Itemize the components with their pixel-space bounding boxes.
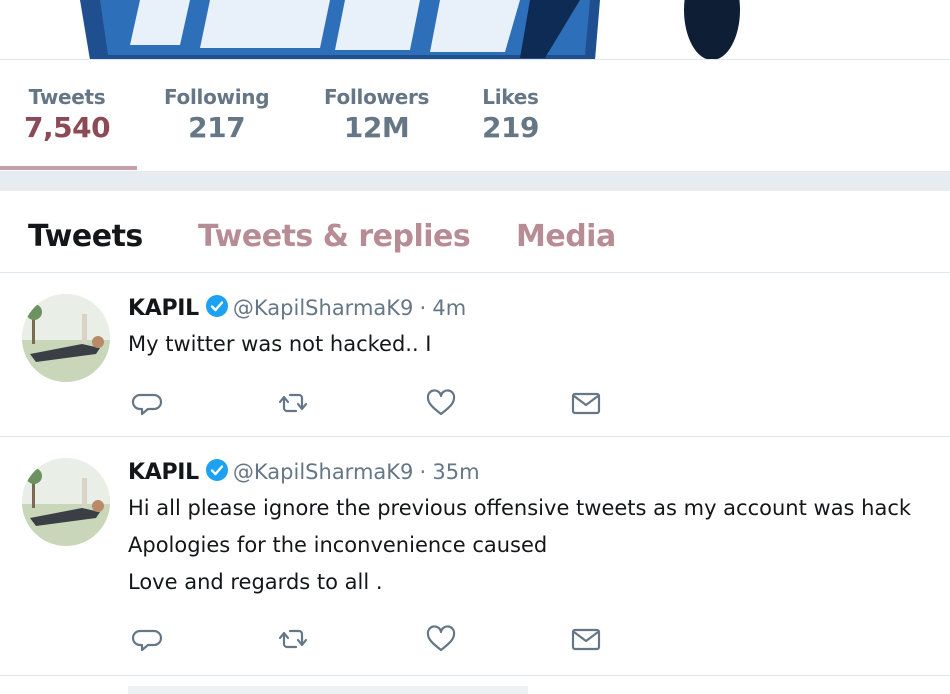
tweet-text-line: Love and regards to all . [128, 570, 383, 594]
avatar[interactable] [22, 458, 110, 546]
stat-likes[interactable]: Likes 219 [482, 85, 539, 144]
tweet-item[interactable]: KAPIL @KapilSharmaK9 · 35m Hi all please … [0, 438, 950, 676]
tweet-actions [128, 386, 628, 420]
author-handle[interactable]: @KapilSharmaK9 [233, 460, 414, 484]
heart-icon[interactable] [424, 622, 458, 656]
tweet-item[interactable]: KAPIL @KapilSharmaK9 · 4m My twitter was … [0, 274, 950, 437]
tweet-text: Hi all please ignore the previous offens… [128, 490, 911, 601]
banner-image [0, 0, 950, 59]
avatar-image [22, 458, 110, 546]
meta-separator: · [419, 460, 427, 484]
avatar-image [22, 294, 110, 382]
author-handle[interactable]: @KapilSharmaK9 [233, 296, 414, 320]
stat-label: Following [164, 85, 270, 109]
avatar[interactable] [22, 294, 110, 382]
tweet-actions [128, 622, 628, 656]
tweet-timestamp[interactable]: 4m [432, 296, 466, 320]
retweet-icon[interactable] [276, 386, 310, 420]
timeline-tabs: Tweets Tweets & replies Media [0, 191, 950, 273]
tweet-item-partial [0, 676, 950, 694]
verified-badge-icon [205, 294, 229, 318]
tweet-text-line: My twitter was not hacked.. I [128, 332, 432, 356]
tweet-text: My twitter was not hacked.. I [128, 326, 432, 363]
tweet-header: KAPIL @KapilSharmaK9 · 35m [128, 458, 480, 485]
stat-label: Followers [324, 85, 430, 109]
stat-value: 12M [343, 111, 410, 144]
verified-badge-icon [205, 458, 229, 482]
tab-media[interactable]: Media [516, 219, 616, 254]
author-name[interactable]: KAPIL [128, 296, 199, 321]
envelope-icon[interactable] [569, 386, 603, 420]
tweet-header: KAPIL @KapilSharmaK9 · 4m [128, 294, 466, 321]
reply-icon[interactable] [130, 386, 164, 420]
heart-icon[interactable] [424, 386, 458, 420]
stat-label: Likes [482, 85, 539, 109]
tweet-text-line: Hi all please ignore the previous offens… [128, 496, 912, 520]
meta-separator: · [419, 296, 427, 320]
tweet-text-line: Apologies for the inconvenience caused [128, 533, 548, 557]
stat-followers[interactable]: Followers 12M [324, 85, 429, 144]
stat-value: 219 [482, 111, 539, 144]
tab-tweets-and-replies[interactable]: Tweets & replies [198, 219, 471, 254]
retweet-icon[interactable] [276, 622, 310, 656]
tweet-timestamp[interactable]: 35m [432, 460, 479, 484]
stat-value: 217 [188, 111, 246, 144]
stat-value: 7,540 [24, 111, 111, 144]
stat-label: Tweets [28, 85, 106, 109]
section-divider [0, 171, 950, 191]
partial-tweet-header [128, 686, 528, 694]
stat-following[interactable]: Following 217 [164, 85, 270, 144]
envelope-icon[interactable] [569, 622, 603, 656]
author-name[interactable]: KAPIL [128, 460, 199, 485]
active-stat-indicator [0, 166, 137, 170]
reply-icon[interactable] [130, 622, 164, 656]
stat-tweets[interactable]: Tweets 7,540 [24, 85, 111, 144]
profile-banner [0, 0, 950, 60]
tab-tweets[interactable]: Tweets [28, 219, 143, 254]
profile-stats-nav: Tweets 7,540 Following 217 Followers 12M… [0, 61, 950, 171]
